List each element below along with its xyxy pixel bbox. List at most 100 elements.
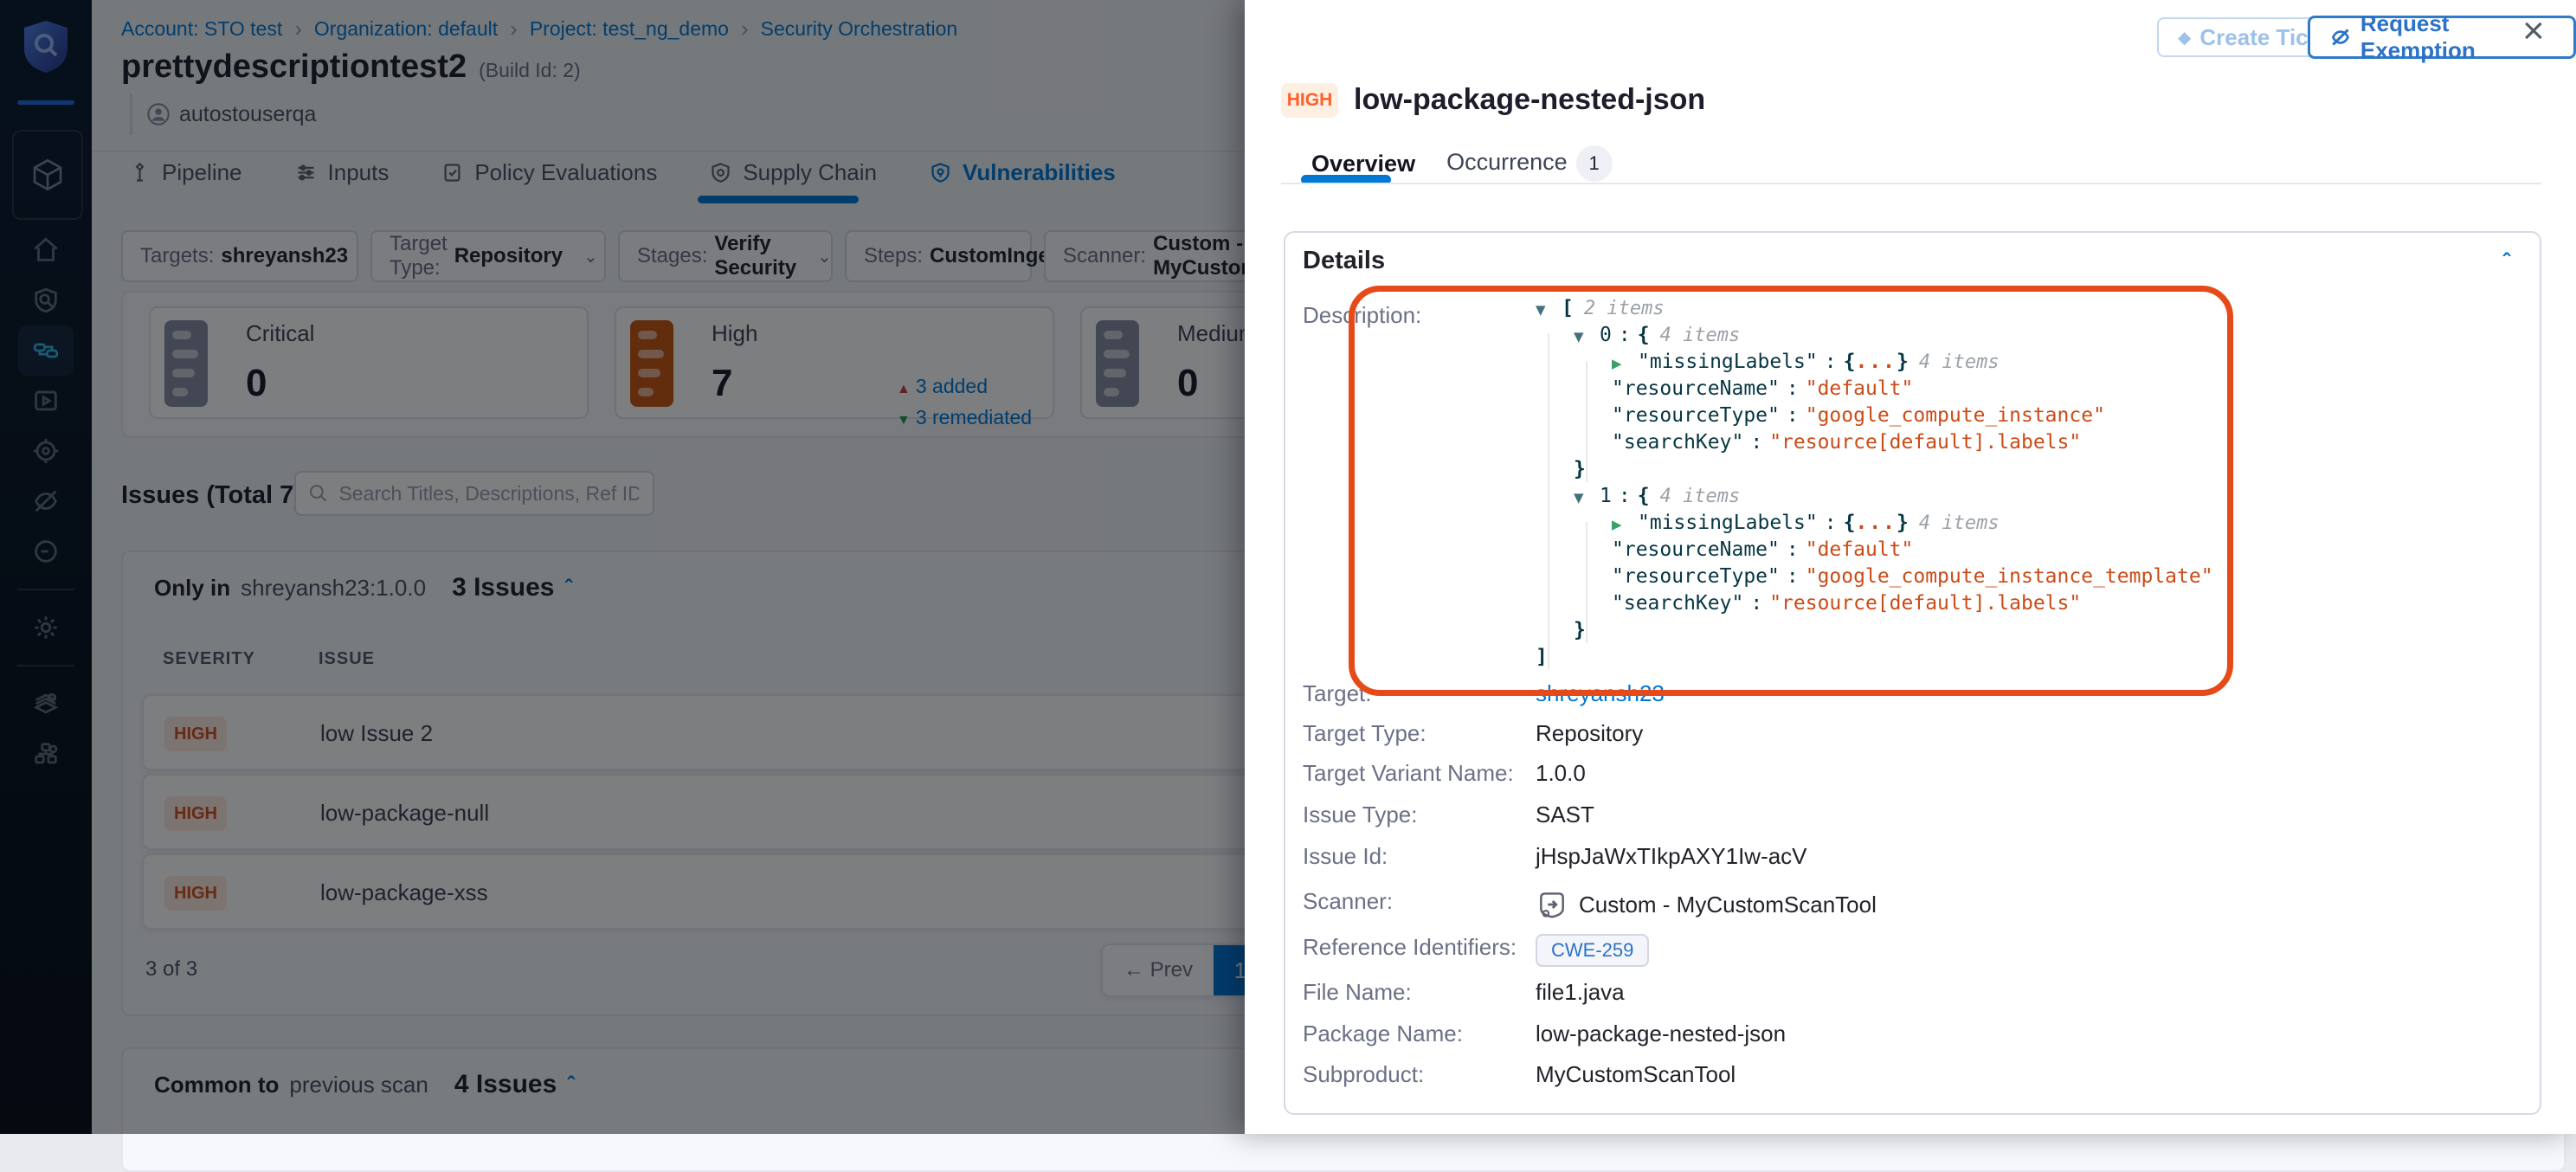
description-json-viewer: ▼[2 items▼0:{4 items▶"missingLabels":{..… xyxy=(1536,295,2213,671)
detail-field-label: Reference Identifiers: xyxy=(1303,934,1517,961)
json-punctuation: 1 xyxy=(1600,485,1612,507)
collapse-triangle-icon[interactable]: ▼ xyxy=(1536,297,1562,324)
json-key: "searchKey" xyxy=(1612,431,1743,454)
details-card: Details ˆ Description: ▼[2 items▼0:{4 it… xyxy=(1284,231,2541,1115)
issue-title: low-package-nested-json xyxy=(1354,83,1705,117)
detail-field-value[interactable]: shreyansh23 xyxy=(1536,680,1665,707)
detail-value-text: SAST xyxy=(1536,802,1594,828)
json-punctuation: } xyxy=(1574,619,1586,641)
description-label: Description: xyxy=(1303,302,1421,329)
json-punctuation: } xyxy=(1897,351,1909,373)
json-punctuation: ... xyxy=(1855,512,1897,534)
detail-field-target-type: Target Type: Repository xyxy=(1285,717,2497,751)
json-line: } xyxy=(1536,456,2213,483)
detail-field-label: Package Name: xyxy=(1303,1021,1463,1047)
json-punctuation: ... xyxy=(1855,351,1897,373)
json-punctuation: : xyxy=(1612,485,1638,507)
occurrence-count-badge: 1 xyxy=(1576,145,1613,182)
json-string-value: "default" xyxy=(1806,538,1914,561)
json-punctuation: : xyxy=(1780,404,1806,427)
close-icon[interactable]: × xyxy=(2522,12,2545,50)
drawer-tab-label: Occurrence xyxy=(1446,149,1568,175)
json-string-value: "resource[default].labels" xyxy=(1769,431,2081,454)
json-punctuation: : xyxy=(1818,512,1844,534)
detail-value-text: file1.java xyxy=(1536,979,1625,1006)
json-line: "resourceName":"default" xyxy=(1536,537,2213,563)
json-punctuation: : xyxy=(1780,565,1806,588)
details-title: Details xyxy=(1303,247,1385,275)
drawer-tab-occurrence[interactable]: Occurrence 1 xyxy=(1446,145,1613,182)
exemption-slash-icon xyxy=(2329,25,2352,49)
json-indent-guide xyxy=(1586,522,1587,643)
json-items-count: 4 items xyxy=(1909,512,2000,534)
json-line: "resourceType":"google_compute_instance" xyxy=(1536,402,2213,429)
json-punctuation: { xyxy=(1844,512,1856,534)
severity-badge: HIGH xyxy=(1281,83,1338,118)
detail-field-reference-identifiers: Reference Identifiers: CWE-259 xyxy=(1285,931,2497,965)
detail-value-text: low-package-nested-json xyxy=(1536,1021,1786,1047)
json-punctuation: : xyxy=(1780,538,1806,561)
collapse-triangle-icon[interactable]: ▼ xyxy=(1574,485,1600,512)
detail-field-target-variant-name: Target Variant Name: 1.0.0 xyxy=(1285,757,2497,791)
json-punctuation: [ xyxy=(1562,297,1574,319)
json-line: ] xyxy=(1536,644,2213,671)
json-line: } xyxy=(1536,617,2213,644)
detail-field-label: Target Variant Name: xyxy=(1303,760,1514,787)
detail-field-package-name: Package Name: low-package-nested-json xyxy=(1285,1017,2497,1052)
detail-value-text: MyCustomScanTool xyxy=(1536,1061,1736,1088)
json-punctuation: 0 xyxy=(1600,324,1612,346)
json-string-value: "google_compute_instance_template" xyxy=(1806,565,2213,588)
detail-field-value: 1.0.0 xyxy=(1536,760,1586,787)
detail-field-label: File Name: xyxy=(1303,979,1412,1006)
modal-dim-overlay[interactable] xyxy=(0,0,1245,1134)
json-items-count: 2 items xyxy=(1574,298,1665,319)
drawer-tab-divider xyxy=(1281,183,2541,184)
json-punctuation: { xyxy=(1844,351,1856,373)
json-items-count: 4 items xyxy=(1909,351,2000,373)
detail-value-text: Repository xyxy=(1536,720,1643,747)
expand-triangle-icon[interactable]: ▶ xyxy=(1612,512,1638,538)
detail-field-subproduct: Subproduct:MyCustomScanTool xyxy=(1285,1058,2497,1092)
json-punctuation: : xyxy=(1818,351,1844,373)
chevron-up-icon[interactable]: ˆ xyxy=(2502,248,2510,275)
json-punctuation: } xyxy=(1897,512,1909,534)
detail-field-issue-id: Issue Id:jHspJaWxTIkpAXY1Iw-acV xyxy=(1285,840,2497,874)
issue-details-drawer: ◆ Create Ticket Request Exemption × HIGH… xyxy=(1245,0,2576,1134)
detail-field-value: jHspJaWxTIkpAXY1Iw-acV xyxy=(1536,843,1807,870)
ticket-diamond-icon: ◆ xyxy=(2178,27,2191,48)
detail-field-issue-type: Issue Type:SAST xyxy=(1285,798,2497,833)
detail-value-text: 1.0.0 xyxy=(1536,760,1586,787)
detail-field-value[interactable]: CWE-259 xyxy=(1536,934,1649,967)
json-line: "resourceName":"default" xyxy=(1536,376,2213,402)
custom-scanner-icon xyxy=(1536,888,1568,921)
drawer-tab-overview[interactable]: Overview xyxy=(1311,151,1415,177)
collapse-triangle-icon[interactable]: ▼ xyxy=(1574,324,1600,351)
detail-field-label: Target: xyxy=(1303,680,1372,707)
expand-triangle-icon[interactable]: ▶ xyxy=(1612,351,1638,377)
json-string-value: "default" xyxy=(1806,377,1914,400)
json-line: "searchKey":"resource[default].labels" xyxy=(1536,590,2213,617)
json-punctuation: { xyxy=(1638,485,1650,507)
detail-field-value: MyCustomScanTool xyxy=(1536,1061,1736,1088)
json-key: "missingLabels" xyxy=(1638,351,1818,373)
target-link[interactable]: shreyansh23 xyxy=(1536,680,1665,707)
json-key: "resourceName" xyxy=(1612,538,1780,561)
detail-field-value: file1.java xyxy=(1536,979,1625,1006)
json-line: ▼[2 items xyxy=(1536,295,2213,322)
json-punctuation: { xyxy=(1638,324,1650,346)
json-punctuation: : xyxy=(1612,324,1638,346)
json-string-value: "google_compute_instance" xyxy=(1806,404,2105,427)
json-key: "missingLabels" xyxy=(1638,512,1818,534)
detail-field-label: Target Type: xyxy=(1303,720,1426,747)
json-punctuation: : xyxy=(1743,592,1769,615)
detail-field-file-name: File Name: file1.java xyxy=(1285,976,2497,1010)
json-key: "resourceType" xyxy=(1612,565,1780,588)
detail-field-value: Repository xyxy=(1536,720,1643,747)
json-line: "resourceType":"google_compute_instance_… xyxy=(1536,563,2213,590)
json-indent-guide xyxy=(1548,333,1549,669)
reference-identifier-chip[interactable]: CWE-259 xyxy=(1536,934,1649,967)
json-key: "resourceType" xyxy=(1612,404,1780,427)
json-line: ▼1:{4 items xyxy=(1536,483,2213,510)
json-line: ▶"missingLabels":{...}4 items xyxy=(1536,349,2213,376)
json-punctuation: ] xyxy=(1536,646,1548,668)
